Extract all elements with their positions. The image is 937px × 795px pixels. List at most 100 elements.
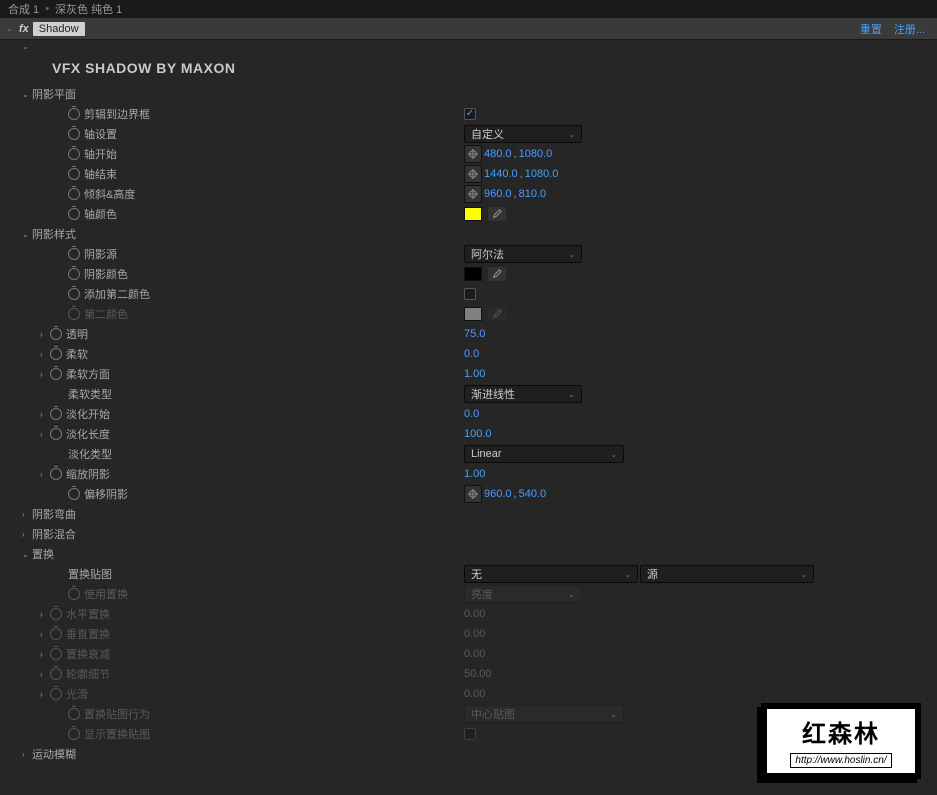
- chevron-right-icon[interactable]: ›: [22, 510, 32, 519]
- chevron-down-icon[interactable]: ⌄: [22, 90, 32, 99]
- param-soft: › 柔软 0.0: [0, 344, 937, 364]
- chevron-right-icon[interactable]: ›: [40, 670, 50, 679]
- param-add-second-color: 添加第二颜色: [0, 284, 937, 304]
- value[interactable]: 1.00: [464, 468, 485, 480]
- value-x[interactable]: 1440.0: [484, 168, 518, 180]
- value-x[interactable]: 960.0: [484, 188, 512, 200]
- stopwatch-icon[interactable]: [68, 268, 80, 280]
- chevron-right-icon[interactable]: ›: [40, 610, 50, 619]
- chevron-down-icon[interactable]: ⌄: [22, 230, 32, 239]
- value: 0.00: [464, 628, 485, 640]
- shadow-source-select[interactable]: 阿尔法⌄: [464, 245, 582, 263]
- displace-map-source-select[interactable]: 源⌄: [640, 565, 814, 583]
- fx-icon[interactable]: fx: [19, 23, 29, 35]
- chevron-down-icon: ⌄: [800, 570, 807, 579]
- chevron-right-icon[interactable]: ›: [40, 630, 50, 639]
- effect-collapse-icon[interactable]: ⌄: [6, 24, 14, 33]
- value-y[interactable]: 1080.0: [525, 168, 559, 180]
- param-vert-displace: › 垂直置换 0.00: [0, 624, 937, 644]
- checkbox[interactable]: [464, 108, 476, 120]
- stopwatch-icon: [68, 728, 80, 740]
- chevron-right-icon[interactable]: ›: [40, 690, 50, 699]
- value[interactable]: 0.0: [464, 408, 479, 420]
- param-shadow-color: 阴影颜色: [0, 264, 937, 284]
- chevron-right-icon[interactable]: ›: [40, 330, 50, 339]
- target-icon[interactable]: [464, 145, 482, 163]
- stopwatch-icon[interactable]: [50, 328, 62, 340]
- checkbox[interactable]: [464, 288, 476, 300]
- value: 0.00: [464, 688, 485, 700]
- stopwatch-icon: [50, 668, 62, 680]
- breadcrumb-item[interactable]: 合成 1: [8, 1, 39, 17]
- param-fade-length: › 淡化长度 100.0: [0, 424, 937, 444]
- stopwatch-icon[interactable]: [68, 168, 80, 180]
- target-icon[interactable]: [464, 485, 482, 503]
- stopwatch-icon[interactable]: [50, 428, 62, 440]
- value-y[interactable]: 540.0: [519, 488, 547, 500]
- color-swatch: [464, 307, 482, 321]
- stopwatch-icon[interactable]: [50, 468, 62, 480]
- chevron-down-icon: ⌄: [568, 250, 575, 259]
- chevron-right-icon[interactable]: ›: [40, 370, 50, 379]
- stopwatch-icon[interactable]: [68, 108, 80, 120]
- chevron-down-icon[interactable]: ⌄: [22, 550, 32, 559]
- section-shadow-style[interactable]: ⌄ 阴影样式: [0, 224, 937, 244]
- breadcrumb-item[interactable]: 深灰色 纯色 1: [55, 1, 122, 17]
- fade-type-select[interactable]: Linear⌄: [464, 445, 624, 463]
- effect-name[interactable]: Shadow: [33, 22, 85, 36]
- about-collapse-icon[interactable]: ⌄: [0, 40, 937, 52]
- param-tilt-height: 倾斜&高度 960.0, 810.0: [0, 184, 937, 204]
- watermark-title: 红森林: [802, 714, 880, 749]
- stopwatch-icon: [68, 308, 80, 320]
- stopwatch-icon[interactable]: [68, 208, 80, 220]
- axis-setting-select[interactable]: 自定义⌄: [464, 125, 582, 143]
- color-swatch[interactable]: [464, 267, 482, 281]
- stopwatch-icon[interactable]: [68, 148, 80, 160]
- chevron-right-icon[interactable]: ›: [22, 530, 32, 539]
- chevron-right-icon[interactable]: ›: [40, 410, 50, 419]
- soft-type-select[interactable]: 渐进线性⌄: [464, 385, 582, 403]
- section-displace[interactable]: ⌄ 置换: [0, 544, 937, 564]
- section-label: 阴影平面: [32, 86, 412, 102]
- stopwatch-icon[interactable]: [50, 368, 62, 380]
- chevron-right-icon[interactable]: ›: [22, 750, 32, 759]
- value[interactable]: 1.00: [464, 368, 485, 380]
- stopwatch-icon[interactable]: [50, 348, 62, 360]
- param-offset-shadow: 偏移阴影 960.0, 540.0: [0, 484, 937, 504]
- section-shadow-plane[interactable]: ⌄ 阴影平面: [0, 84, 937, 104]
- target-icon[interactable]: [464, 165, 482, 183]
- stopwatch-icon[interactable]: [50, 408, 62, 420]
- eyedropper-icon[interactable]: [488, 267, 506, 281]
- chevron-down-icon: ⌄: [610, 710, 617, 719]
- value[interactable]: 0.0: [464, 348, 479, 360]
- stopwatch-icon: [50, 648, 62, 660]
- chevron-right-icon[interactable]: ›: [40, 430, 50, 439]
- displace-map-select[interactable]: 无⌄: [464, 565, 638, 583]
- section-label: 阴影混合: [32, 526, 412, 542]
- param-transparent: › 透明 75.0: [0, 324, 937, 344]
- eyedropper-icon: [488, 307, 506, 321]
- chevron-down-icon: ⌄: [568, 130, 575, 139]
- stopwatch-icon[interactable]: [68, 188, 80, 200]
- value-y[interactable]: 1080.0: [519, 148, 553, 160]
- stopwatch-icon: [68, 588, 80, 600]
- value[interactable]: 100.0: [464, 428, 492, 440]
- value-x[interactable]: 480.0: [484, 148, 512, 160]
- value-x[interactable]: 960.0: [484, 488, 512, 500]
- value[interactable]: 75.0: [464, 328, 485, 340]
- stopwatch-icon[interactable]: [68, 128, 80, 140]
- reset-link[interactable]: 重置: [860, 21, 882, 37]
- section-shadow-bend[interactable]: › 阴影弯曲: [0, 504, 937, 524]
- chevron-right-icon[interactable]: ›: [40, 350, 50, 359]
- stopwatch-icon[interactable]: [68, 288, 80, 300]
- stopwatch-icon[interactable]: [68, 488, 80, 500]
- section-shadow-blend[interactable]: › 阴影混合: [0, 524, 937, 544]
- eyedropper-icon[interactable]: [488, 207, 506, 221]
- stopwatch-icon[interactable]: [68, 248, 80, 260]
- chevron-right-icon[interactable]: ›: [40, 650, 50, 659]
- value-y[interactable]: 810.0: [519, 188, 547, 200]
- target-icon[interactable]: [464, 185, 482, 203]
- chevron-right-icon[interactable]: ›: [40, 470, 50, 479]
- register-link[interactable]: 注册...: [894, 21, 925, 37]
- color-swatch[interactable]: [464, 207, 482, 221]
